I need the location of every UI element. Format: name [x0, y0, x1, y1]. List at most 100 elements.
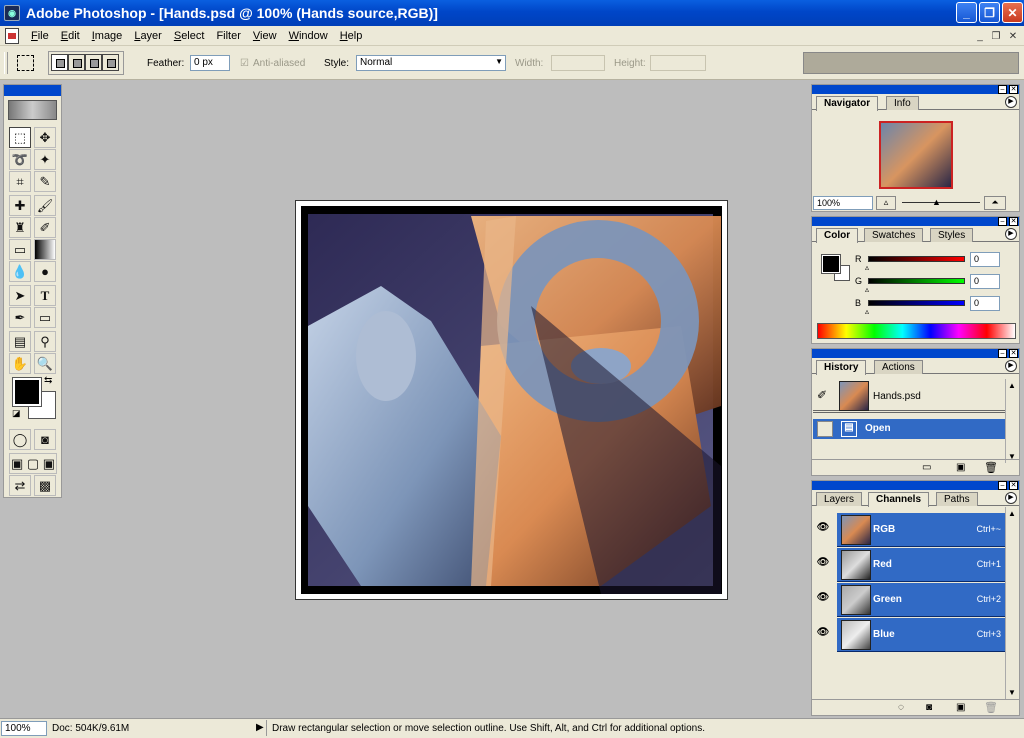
- load-selection-icon[interactable]: ◌: [898, 702, 904, 713]
- new-selection-icon[interactable]: [51, 54, 68, 71]
- tab-styles[interactable]: Styles: [930, 228, 974, 242]
- g-slider-thumb[interactable]: ▵: [865, 285, 869, 294]
- menu-help[interactable]: Help: [334, 30, 369, 42]
- subtract-selection-icon[interactable]: [85, 54, 102, 71]
- zoom-slider-thumb[interactable]: ▲: [932, 197, 941, 207]
- eraser-tool-icon[interactable]: ▭: [9, 239, 31, 260]
- doc-minimize-button[interactable]: _: [972, 29, 988, 43]
- channel-row-rgb[interactable]: 👁 RGB Ctrl+~: [817, 513, 1005, 547]
- antialiased-checkbox[interactable]: ☑: [240, 58, 249, 69]
- navigator-zoom-input[interactable]: 100%: [813, 196, 873, 210]
- palette-menu-icon[interactable]: ▶: [1005, 492, 1017, 504]
- palette-titlebar[interactable]: – ✕: [812, 217, 1019, 226]
- history-brush-source-box[interactable]: [817, 421, 833, 437]
- history-brush-tool-icon[interactable]: ✐: [34, 217, 56, 238]
- height-input[interactable]: [650, 55, 706, 71]
- palette-close-button[interactable]: ✕: [1009, 85, 1018, 94]
- swap-colors-icon[interactable]: ⇆: [44, 375, 52, 386]
- palette-titlebar[interactable]: – ✕: [812, 85, 1019, 94]
- dodge-tool-icon[interactable]: ●: [34, 261, 56, 282]
- tab-actions[interactable]: Actions: [874, 360, 923, 374]
- menu-edit[interactable]: Edit: [55, 30, 86, 42]
- notes-tool-icon[interactable]: ▤: [9, 331, 31, 352]
- palette-close-button[interactable]: ✕: [1009, 217, 1018, 226]
- zoom-in-icon[interactable]: ⏶: [984, 196, 1006, 210]
- type-tool-icon[interactable]: T: [34, 285, 56, 306]
- status-zoom-input[interactable]: 100%: [1, 721, 47, 736]
- move-tool-icon[interactable]: ✥: [34, 127, 56, 148]
- tab-layers[interactable]: Layers: [816, 492, 863, 506]
- palette-titlebar[interactable]: – ✕: [812, 349, 1019, 358]
- rect-marquee-tool-icon[interactable]: ⬚: [9, 127, 31, 148]
- palette-minimize-button[interactable]: –: [998, 85, 1007, 94]
- tab-color[interactable]: Color: [816, 228, 859, 243]
- new-channel-icon[interactable]: ▣: [956, 702, 965, 713]
- rect-marquee-preset-icon[interactable]: [17, 55, 34, 71]
- channel-row-green[interactable]: 👁 Green Ctrl+2: [817, 583, 1005, 617]
- doc-close-button[interactable]: ✕: [1005, 29, 1021, 43]
- tab-swatches[interactable]: Swatches: [864, 228, 924, 242]
- rectangle-shape-tool-icon[interactable]: ▭: [34, 307, 56, 328]
- imageready-icon[interactable]: ▩: [34, 475, 56, 496]
- jump-to-imageready-icon[interactable]: ⇄: [9, 475, 31, 496]
- slice-tool-icon[interactable]: ✎: [34, 171, 56, 192]
- r-slider[interactable]: [868, 256, 965, 262]
- adobe-online-logo[interactable]: [8, 100, 57, 120]
- palette-well[interactable]: [803, 52, 1019, 74]
- visibility-eye-icon[interactable]: 👁: [813, 522, 833, 538]
- new-snapshot-icon[interactable]: ▣: [956, 462, 965, 473]
- tab-paths[interactable]: Paths: [936, 492, 978, 506]
- zoom-tool-icon[interactable]: 🔍: [34, 353, 56, 374]
- feather-input[interactable]: 0 px: [190, 55, 230, 71]
- magic-wand-tool-icon[interactable]: ✦: [34, 149, 56, 170]
- menu-image[interactable]: Image: [86, 30, 129, 42]
- trash-icon[interactable]: 🗑: [984, 461, 998, 474]
- eyedropper-tool-icon[interactable]: ⚲: [34, 331, 56, 352]
- tab-history[interactable]: History: [816, 360, 867, 375]
- color-ramp[interactable]: [817, 323, 1016, 339]
- history-brush-source-icon[interactable]: ✐: [817, 388, 827, 402]
- zoom-out-icon[interactable]: ▵: [876, 196, 896, 210]
- document-icon[interactable]: [5, 27, 19, 44]
- channel-row-red[interactable]: 👁 Red Ctrl+1: [817, 548, 1005, 582]
- lasso-tool-icon[interactable]: ➰: [9, 149, 31, 170]
- close-button[interactable]: ✕: [1002, 2, 1023, 23]
- palette-menu-icon[interactable]: ▶: [1005, 360, 1017, 372]
- r-input[interactable]: 0: [970, 252, 1000, 267]
- menu-filter[interactable]: Filter: [210, 30, 246, 42]
- visibility-eye-icon[interactable]: 👁: [813, 557, 833, 573]
- g-slider[interactable]: [868, 278, 965, 284]
- channel-row-blue[interactable]: 👁 Blue Ctrl+3: [817, 618, 1005, 652]
- trash-icon[interactable]: 🗑: [984, 701, 998, 714]
- quick-mask-mode-icon[interactable]: ◙: [34, 429, 56, 450]
- palette-close-button[interactable]: ✕: [1009, 349, 1018, 358]
- palette-minimize-button[interactable]: –: [998, 349, 1007, 358]
- save-selection-icon[interactable]: ◙: [926, 702, 932, 713]
- palette-minimize-button[interactable]: –: [998, 481, 1007, 490]
- intersect-selection-icon[interactable]: [102, 54, 119, 71]
- zoom-slider[interactable]: [902, 202, 980, 203]
- channels-scrollbar[interactable]: ▲ ▼: [1005, 507, 1019, 699]
- palette-menu-icon[interactable]: ▶: [1005, 96, 1017, 108]
- menu-window[interactable]: Window: [283, 30, 334, 42]
- blur-tool-icon[interactable]: 💧: [9, 261, 31, 282]
- visibility-eye-icon[interactable]: 👁: [813, 627, 833, 643]
- style-select[interactable]: Normal ▼: [356, 55, 506, 71]
- tab-channels[interactable]: Channels: [868, 492, 930, 507]
- brush-tool-icon[interactable]: 🖌: [34, 195, 56, 216]
- hand-tool-icon[interactable]: ✋: [9, 353, 31, 374]
- tab-info[interactable]: Info: [886, 96, 919, 110]
- history-scrollbar[interactable]: ▲ ▼: [1005, 379, 1019, 463]
- menu-file[interactable]: File: [25, 30, 55, 42]
- status-menu-arrow-icon[interactable]: ▶: [256, 722, 264, 733]
- healing-brush-tool-icon[interactable]: ✚: [9, 195, 31, 216]
- b-slider[interactable]: [868, 300, 965, 306]
- add-to-selection-icon[interactable]: [68, 54, 85, 71]
- palette-titlebar[interactable]: – ✕: [812, 481, 1019, 490]
- tab-navigator[interactable]: Navigator: [816, 96, 879, 111]
- menu-select[interactable]: Select: [168, 30, 211, 42]
- width-input[interactable]: [551, 55, 605, 71]
- crop-tool-icon[interactable]: ⌗: [9, 171, 31, 192]
- history-state-open[interactable]: ▤ Open: [813, 419, 1005, 439]
- toolbox-titlebar[interactable]: [4, 85, 61, 96]
